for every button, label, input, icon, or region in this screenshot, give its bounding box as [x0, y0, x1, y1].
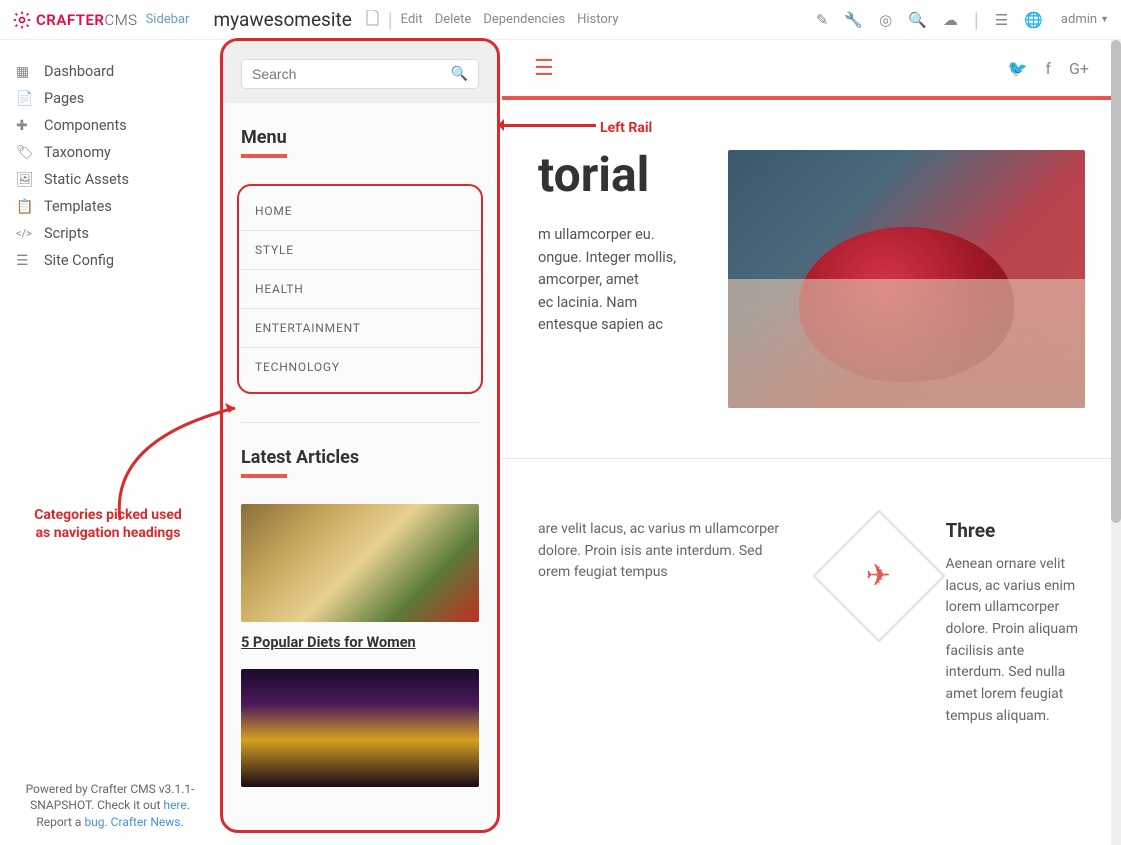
paper-plane-icon: ✈: [866, 558, 891, 593]
dashboard-icon: ▦: [16, 64, 36, 80]
target-icon[interactable]: ◎: [879, 11, 892, 29]
globe-icon[interactable]: 🌐: [1024, 11, 1043, 29]
puzzle-icon: ✚: [16, 118, 36, 134]
hamburger-icon[interactable]: ☰: [534, 56, 554, 81]
page-icon[interactable]: [366, 10, 380, 30]
image-icon: 🖼: [16, 172, 36, 188]
social-icons: 🐦 f G+: [1008, 59, 1089, 78]
feature-icon-diamond: ✈: [812, 510, 945, 643]
nav-templates[interactable]: 📋Templates: [0, 193, 220, 220]
feature-item: are velit lacus, ac varius m ullamcorper…: [538, 519, 792, 728]
menu-item-health[interactable]: HEALTH: [239, 270, 481, 309]
latest-heading: Latest Articles: [241, 447, 479, 468]
nav-pages[interactable]: 📄Pages: [0, 85, 220, 112]
menu-item-entertainment[interactable]: ENTERTAINMENT: [239, 309, 481, 348]
nav-site-config[interactable]: ☰Site Config: [0, 247, 220, 274]
menu-heading: Menu: [241, 127, 479, 148]
preview-header: ☰ 🐦 f G+: [502, 40, 1121, 100]
annotation-categories-label: Categories picked used as navigation hea…: [28, 506, 188, 542]
menu-item-style[interactable]: STYLE: [239, 231, 481, 270]
tag-icon: 🏷: [16, 145, 36, 161]
hero-section: torial m ullamcorper eu. ongue. Integer …: [502, 100, 1121, 459]
action-edit[interactable]: Edit: [401, 12, 423, 27]
search-icon[interactable]: 🔍: [908, 11, 927, 29]
footer-text: Powered by Crafter CMS v3.1.1-SNAPSHOT. …: [0, 781, 220, 831]
feature-body: are velit lacus, ac varius m ullamcorper…: [538, 519, 792, 584]
footer-link-here[interactable]: here: [163, 798, 186, 812]
action-delete[interactable]: Delete: [435, 12, 472, 27]
hero-title: torial: [538, 150, 688, 200]
article-card[interactable]: [223, 669, 497, 817]
scrollbar-thumb[interactable]: [1111, 40, 1121, 523]
google-plus-icon[interactable]: G+: [1069, 59, 1089, 78]
template-icon: 📋: [16, 199, 36, 215]
annotation-arrow: [500, 124, 596, 127]
article-card[interactable]: 5 Popular Diets for Women: [223, 504, 497, 669]
action-dependencies[interactable]: Dependencies: [483, 12, 565, 27]
features-row: are velit lacus, ac varius m ullamcorper…: [502, 459, 1121, 768]
search-input[interactable]: [252, 66, 451, 82]
action-history[interactable]: History: [577, 12, 618, 27]
nav-components[interactable]: ✚Components: [0, 112, 220, 139]
menu-item-home[interactable]: HOME: [239, 192, 481, 231]
pencil-icon[interactable]: ✎: [816, 11, 829, 29]
site-name: myawesomesite: [213, 8, 351, 31]
gear-icon: [12, 10, 32, 30]
twitter-icon[interactable]: 🐦: [1008, 59, 1028, 78]
rail-search[interactable]: 🔍: [241, 59, 479, 89]
menu-categories-box: HOME STYLE HEALTH ENTERTAINMENT TECHNOLO…: [237, 184, 483, 394]
brand-text: CRAFTER: [36, 11, 104, 29]
wrench-icon[interactable]: 🔧: [844, 11, 863, 29]
cloud-icon[interactable]: ☁: [943, 11, 958, 29]
code-icon: </>: [16, 227, 36, 240]
feature-three: ✈ Three Aenean ornare velit lacus, ac va…: [832, 519, 1086, 728]
nav-taxonomy[interactable]: 🏷Taxonomy: [0, 139, 220, 166]
page-icon: 📄: [16, 91, 36, 107]
feature-title: Three: [946, 519, 1086, 542]
nav-dashboard[interactable]: ▦Dashboard: [0, 58, 220, 85]
hero-image: [728, 150, 1085, 408]
annotation-leftrail-label: Left Rail: [600, 120, 652, 136]
menu-item-technology[interactable]: TECHNOLOGY: [239, 348, 481, 386]
article-image: [241, 504, 479, 622]
nav-static-assets[interactable]: 🖼Static Assets: [0, 166, 220, 193]
facebook-icon[interactable]: f: [1045, 59, 1051, 78]
footer-link-news[interactable]: Crafter News: [111, 815, 181, 829]
footer-link-bug[interactable]: bug: [84, 815, 104, 829]
article-title[interactable]: 5 Popular Diets for Women: [241, 634, 479, 651]
brand-logo[interactable]: CRAFTERCMS: [12, 10, 138, 30]
top-toolbar: CRAFTERCMS Sidebar myawesomesite | Edit …: [0, 0, 1121, 40]
vertical-scrollbar[interactable]: [1111, 40, 1121, 845]
divider: |: [388, 8, 393, 32]
article-image: [241, 669, 479, 787]
user-menu[interactable]: admin▼: [1061, 12, 1109, 27]
search-icon[interactable]: 🔍: [451, 66, 468, 82]
sidebar-toggle[interactable]: Sidebar: [146, 12, 190, 27]
menu-icon[interactable]: ☰: [995, 11, 1008, 29]
hero-body: m ullamcorper eu. ongue. Integer mollis,…: [538, 224, 688, 336]
brand-suffix: CMS: [104, 11, 137, 29]
feature-body: Aenean ornare velit lacus, ac varius eni…: [946, 554, 1086, 728]
divider: |: [974, 8, 979, 32]
left-rail-panel: 🔍 Menu HOME STYLE HEALTH ENTERTAINMENT T…: [220, 38, 500, 833]
sliders-icon: ☰: [16, 253, 36, 269]
nav-scripts[interactable]: </>Scripts: [0, 220, 220, 247]
